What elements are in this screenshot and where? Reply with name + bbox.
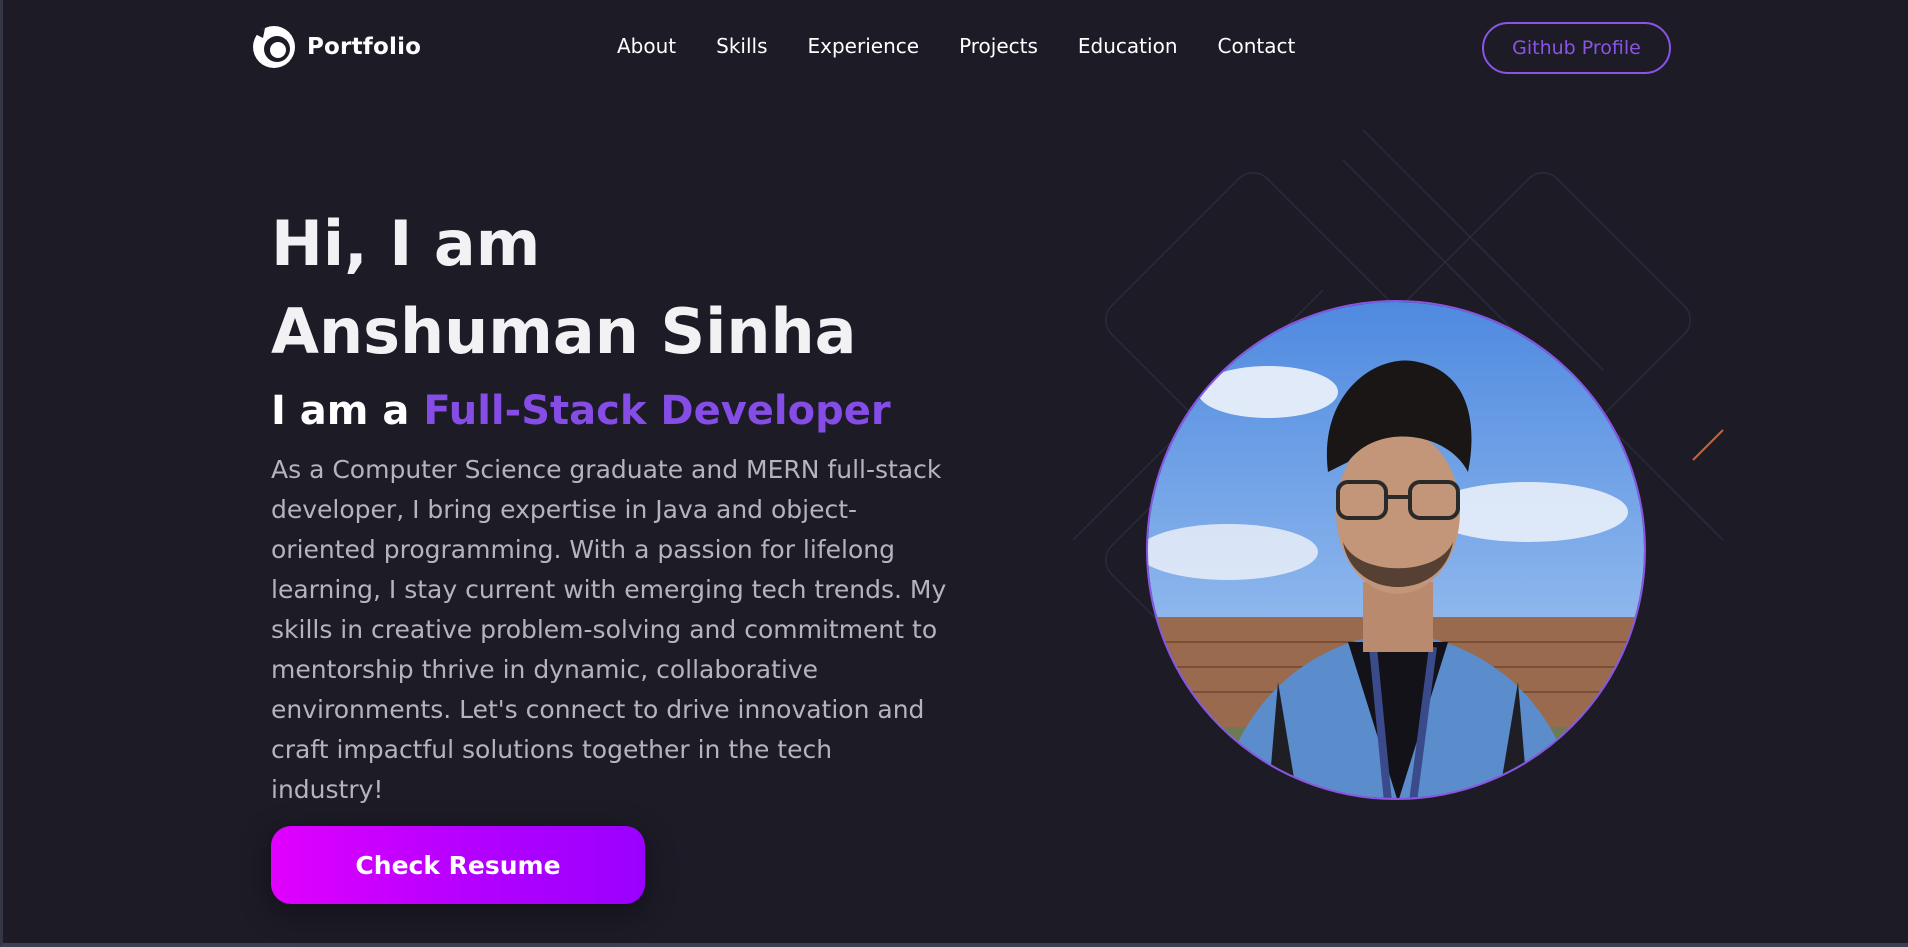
hero-role: Full-Stack Developer (423, 388, 891, 434)
navbar: Portfolio About Skills Experience Projec… (3, 0, 1908, 96)
logo-link[interactable]: Portfolio (251, 24, 421, 70)
logo-text: Portfolio (307, 34, 422, 60)
hero-role-prefix: I am a (271, 388, 410, 434)
profile-photo-illustration (1148, 302, 1644, 798)
hero-description: As a Computer Science graduate and MERN … (271, 455, 947, 804)
nav-link-education[interactable]: Education (1078, 34, 1178, 58)
hero-role-line: I am a Full-Stack Developer (271, 388, 971, 434)
profile-photo (1146, 300, 1646, 800)
github-profile-button[interactable]: Github Profile (1482, 22, 1671, 74)
nav-link-experience[interactable]: Experience (808, 34, 920, 58)
check-resume-button[interactable]: Check Resume (271, 826, 645, 904)
portfolio-page: Portfolio About Skills Experience Projec… (0, 0, 1908, 947)
hero-name: Anshuman Sinha (271, 295, 857, 368)
nav-link-projects[interactable]: Projects (959, 34, 1038, 58)
nav-link-contact[interactable]: Contact (1218, 34, 1296, 58)
portfolio-logo-icon (253, 26, 295, 68)
nav-link-about[interactable]: About (617, 34, 676, 58)
hero-greeting: Hi, I am (271, 207, 541, 280)
nav-links: About Skills Experience Projects Educati… (617, 34, 1295, 58)
hero-text-section: Hi, I am Anshuman Sinha I am a Full-Stac… (271, 200, 971, 810)
nav-link-skills[interactable]: Skills (716, 34, 767, 58)
